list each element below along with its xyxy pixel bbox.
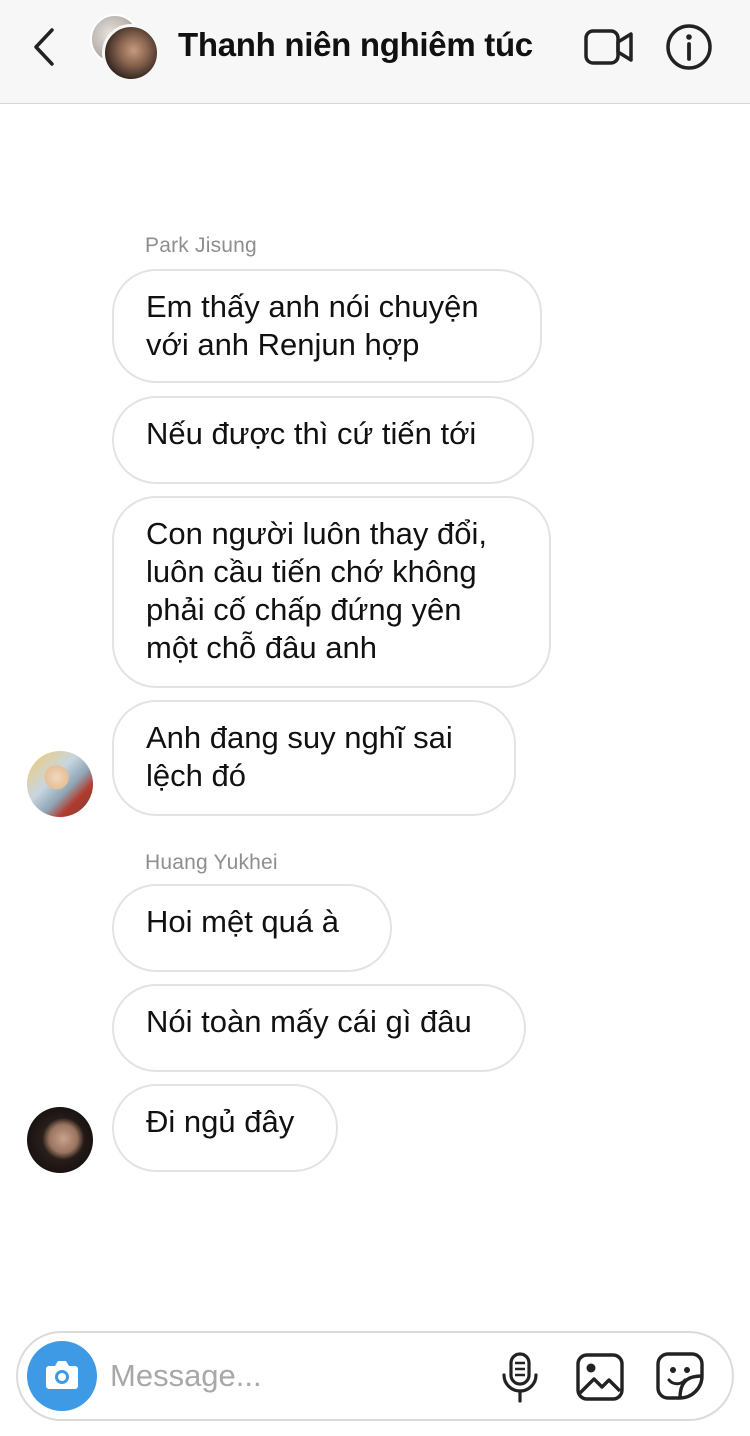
message-bubble[interactable]: Hoi mệt quá à [112, 884, 392, 972]
sender-avatar[interactable] [27, 751, 93, 817]
microphone-button[interactable] [498, 1351, 542, 1405]
sender-name: Park Jisung [145, 234, 257, 257]
message-composer [16, 1331, 734, 1421]
sender-name: Huang Yukhei [145, 851, 278, 874]
back-button[interactable] [26, 22, 66, 72]
message-bubble[interactable]: Nếu được thì cứ tiến tới [112, 396, 534, 484]
message-input[interactable] [110, 1353, 470, 1399]
camera-button[interactable] [27, 1341, 97, 1411]
video-camera-icon [584, 29, 633, 65]
chevron-left-icon [34, 28, 54, 66]
message-bubble[interactable]: Đi ngủ đây [112, 1084, 338, 1172]
microphone-icon [502, 1352, 538, 1403]
group-avatar[interactable] [90, 12, 162, 84]
camera-icon [46, 1361, 78, 1389]
sticker-icon [656, 1352, 704, 1400]
message-bubble[interactable]: Con người luôn thay đổi, luôn cầu tiến c… [112, 496, 551, 688]
message-bubble[interactable]: Nói toàn mấy cái gì đâu [112, 984, 526, 1072]
video-call-button[interactable] [583, 26, 635, 68]
sticker-button[interactable] [654, 1350, 706, 1402]
message-bubble[interactable]: Em thấy anh nói chuyện với anh Renjun hợ… [112, 269, 542, 383]
image-icon [576, 1353, 624, 1401]
message-bubble[interactable]: Anh đang suy nghĩ sai lệch đó [112, 700, 516, 816]
member-avatar [102, 24, 160, 82]
info-icon [666, 24, 712, 70]
sender-avatar[interactable] [27, 1107, 93, 1173]
chat-title[interactable]: Thanh niên nghiêm túc [178, 26, 533, 64]
info-button[interactable] [664, 22, 714, 72]
chat-header: Thanh niên nghiêm túc [0, 0, 750, 104]
gallery-button[interactable] [574, 1351, 626, 1403]
